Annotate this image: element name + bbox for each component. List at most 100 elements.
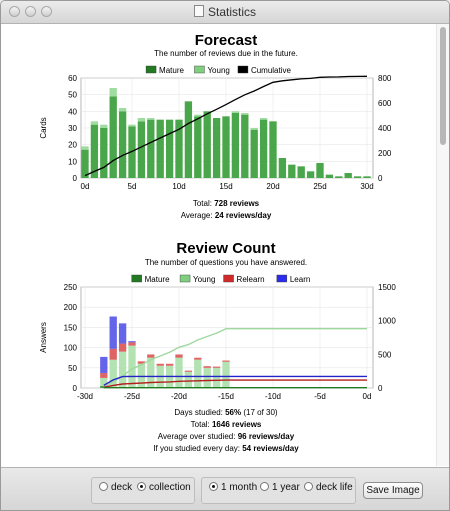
forecast-subtitle: The number of reviews due in the future. <box>154 49 298 58</box>
forecast-y2-tick: 400 <box>378 124 392 133</box>
period-option-label: deck life <box>316 482 353 493</box>
period-option-label: 1 year <box>272 482 300 493</box>
review-bar-relearn <box>147 354 155 358</box>
review-y-tick: 50 <box>68 364 77 373</box>
forecast-bar-mature <box>259 119 268 178</box>
forecast-bar-mature <box>194 116 202 178</box>
bottom-toolbar: deck collection 1 month 1 year deck life… <box>1 467 449 510</box>
forecast-total: Total: 728 reviews <box>193 199 260 208</box>
forecast-bar-mature <box>297 166 305 178</box>
save-image-button[interactable]: Save Image <box>363 482 423 499</box>
period-option-deck-life[interactable]: deck life <box>304 482 353 493</box>
review-bar-relearn <box>212 366 221 368</box>
review-bar-learn <box>118 323 127 344</box>
review-y-tick: 100 <box>64 344 78 353</box>
forecast-x-tick: 30d <box>360 182 373 191</box>
forecast-y-tick: 10 <box>68 157 77 166</box>
forecast-y-tick: 20 <box>68 141 77 150</box>
review-bar-relearn <box>203 366 211 368</box>
review-bar-young <box>194 359 202 388</box>
document-icon <box>193 5 204 17</box>
review-y-tick: 250 <box>64 283 78 292</box>
forecast-bar-young <box>231 111 240 113</box>
window-title-text: Statistics <box>207 5 256 19</box>
scope-option-deck[interactable]: deck <box>99 482 132 493</box>
review-bar-young <box>147 357 155 388</box>
forecast-average: Average: 24 reviews/day <box>181 211 272 220</box>
forecast-bar-young <box>250 128 258 130</box>
forecast-y-axis-label: Cards <box>39 117 48 138</box>
scope-option-label: deck <box>111 482 133 493</box>
forecast-bar-mature <box>335 176 343 178</box>
review-subtitle: The number of questions you have answere… <box>145 258 307 267</box>
review-bar-young <box>118 351 127 388</box>
forecast-legend-label: Mature <box>159 66 184 75</box>
period-option-1-month[interactable]: 1 month <box>209 482 257 493</box>
title-bar: Statistics <box>1 1 449 24</box>
scrollbar-thumb[interactable] <box>440 27 446 145</box>
forecast-x-tick: 0d <box>81 182 90 191</box>
stats-content[interactable]: Forecast The number of reviews due in the… <box>1 24 449 466</box>
scope-option-collection[interactable]: collection <box>137 482 191 493</box>
forecast-bar-mature <box>353 176 362 178</box>
forecast-y-tick: 60 <box>68 74 77 83</box>
review-x-tick: -15d <box>218 392 234 401</box>
forecast-bar-mature <box>184 101 193 178</box>
review-bar-young <box>212 367 221 388</box>
review-legend-label: Young <box>193 275 215 284</box>
review-bar-young <box>128 345 136 388</box>
forecast-y-tick: 50 <box>68 91 77 100</box>
review-x-tick: -25d <box>124 392 140 401</box>
review-bar-relearn <box>118 343 127 352</box>
forecast-bar-mature <box>278 158 287 178</box>
review-legend-swatch <box>179 274 191 283</box>
forecast-bar-mature <box>212 118 221 178</box>
forecast-y2-tick: 800 <box>378 74 392 83</box>
review-bar-relearn <box>156 363 164 366</box>
review-x-tick: -30d <box>77 392 93 401</box>
forecast-x-tick: 15d <box>219 182 232 191</box>
review-bar-learn <box>100 356 108 374</box>
radio-icon <box>99 482 108 491</box>
forecast-bar-young <box>109 88 117 97</box>
forecast-y2-tick: 600 <box>378 99 392 108</box>
review-bar-relearn <box>165 363 174 366</box>
forecast-bar-mature <box>306 171 315 178</box>
review-bar-relearn <box>184 370 193 372</box>
review-x-tick: -20d <box>171 392 187 401</box>
forecast-bar-mature <box>241 114 249 178</box>
radio-selected-icon <box>137 482 146 491</box>
forecast-y2-tick: 200 <box>378 149 392 158</box>
review-stat-line: Total: 1646 reviews <box>191 420 262 429</box>
review-bar-relearn <box>128 342 136 346</box>
stats-charts: ForecastThe number of reviews due in the… <box>39 32 396 453</box>
forecast-y-tick: 40 <box>68 107 77 116</box>
period-option-1-year[interactable]: 1 year <box>260 482 300 493</box>
forecast-bar-mature <box>344 173 352 178</box>
review-legend-swatch <box>276 274 288 283</box>
review-legend-label: Relearn <box>237 275 265 284</box>
review-title: Review Count <box>176 240 275 257</box>
review-stat-line: Average over studied: 96 reviews/day <box>158 432 295 441</box>
review-legend-label: Learn <box>290 275 310 284</box>
forecast-bar-mature <box>147 119 155 178</box>
forecast-bar-mature <box>316 163 324 178</box>
forecast-x-tick: 20d <box>266 182 279 191</box>
forecast-bar-mature <box>165 119 174 178</box>
forecast-y-tick: 0 <box>73 174 78 183</box>
forecast-bar-mature <box>250 129 258 178</box>
forecast-bar-young <box>194 114 202 117</box>
review-y2-tick: 0 <box>378 384 383 393</box>
review-bar-relearn <box>222 360 230 362</box>
forecast-bar-young <box>100 124 108 128</box>
forecast-y2-tick: 0 <box>378 174 383 183</box>
review-y-tick: 150 <box>64 323 78 332</box>
period-option-label: 1 month <box>221 482 258 493</box>
review-x-tick: 0d <box>363 392 372 401</box>
review-y2-tick: 1000 <box>378 317 396 326</box>
review-bar-learn <box>109 316 117 349</box>
forecast-bar-young <box>147 118 155 120</box>
forecast-bar-mature <box>118 111 127 178</box>
review-legend-label: Mature <box>145 275 170 284</box>
forecast-x-tick: 5d <box>128 182 137 191</box>
